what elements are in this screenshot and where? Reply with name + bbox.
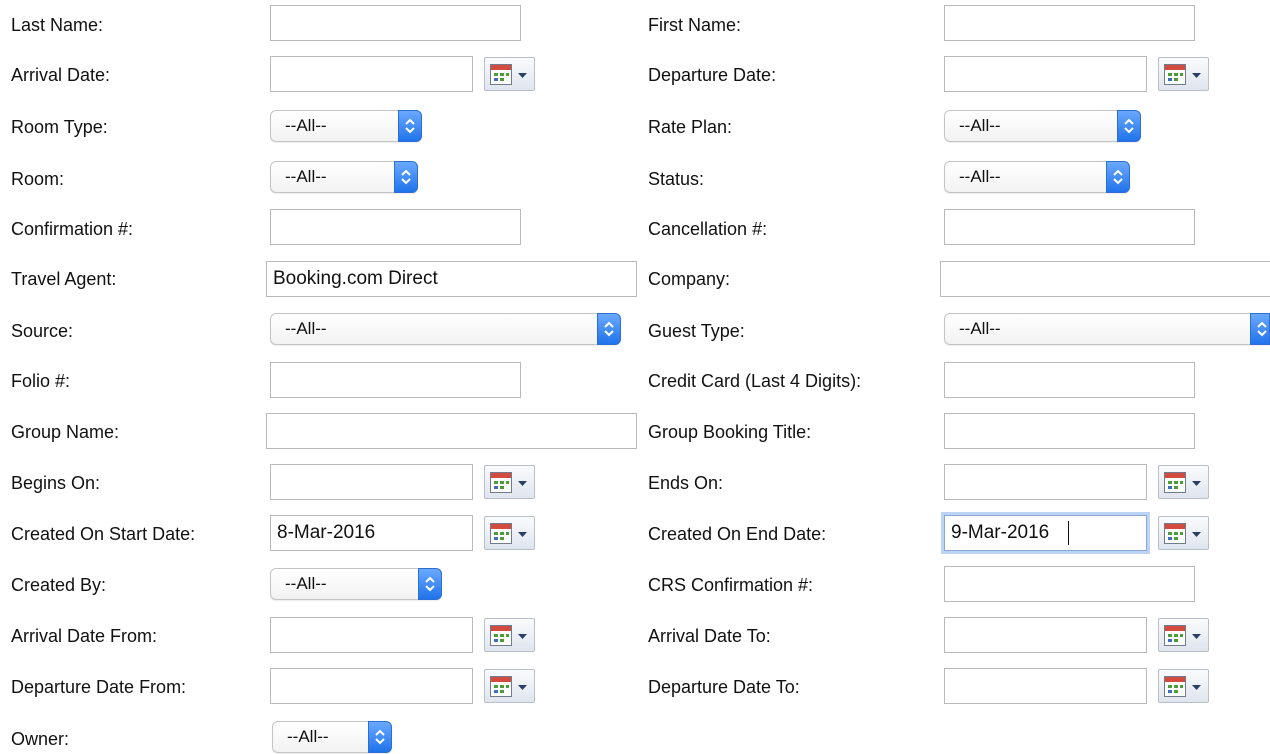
departure-date-calendar-button[interactable] [1158,57,1209,91]
arrival-to-input[interactable] [944,617,1147,653]
created-end-calendar-button[interactable] [1158,516,1209,550]
status-value: --All-- [959,167,1001,186]
begins-on-label: Begins On: [11,473,101,493]
status-label: Status: [648,169,705,189]
crs-confirmation-label: CRS Confirmation #: [648,575,814,595]
calendar-picker-icon [1164,523,1201,544]
departure-from-input[interactable] [270,668,473,704]
arrival-date-input[interactable] [270,56,473,92]
arrival-date-label: Arrival Date: [11,65,111,85]
ends-on-input[interactable] [944,464,1147,500]
created-start-label: Created On Start Date: [11,524,196,544]
created-by-select[interactable]: --All-- [270,568,442,600]
source-label: Source: [11,321,74,341]
ends-on-calendar-button[interactable] [1158,465,1209,499]
calendar-picker-icon [490,625,527,646]
group-name-label: Group Name: [11,422,120,442]
last-name-label: Last Name: [11,15,104,35]
room-label: Room: [11,169,65,189]
departure-from-calendar-button[interactable] [484,669,535,703]
departure-date-label: Departure Date: [648,65,777,85]
travel-agent-input[interactable] [266,261,637,297]
calendar-picker-icon [1164,64,1201,85]
arrival-from-calendar-button[interactable] [484,618,535,652]
calendar-picker-icon [490,472,527,493]
updown-chevron-icon [597,313,621,345]
rate-plan-value: --All-- [959,116,1001,135]
updown-chevron-icon [394,161,418,193]
updown-chevron-icon [398,110,422,142]
calendar-picker-icon [1164,472,1201,493]
calendar-picker-icon [1164,625,1201,646]
first-name-label: First Name: [648,15,742,35]
company-label: Company: [648,269,731,289]
calendar-picker-icon [490,64,527,85]
cancellation-input[interactable] [944,209,1195,245]
updown-chevron-icon [368,721,392,753]
departure-to-calendar-button[interactable] [1158,669,1209,703]
guest-type-select[interactable]: --All-- [944,313,1270,345]
guest-type-label: Guest Type: [648,321,745,341]
calendar-picker-icon [1164,676,1201,697]
created-by-label: Created By: [11,575,107,595]
created-start-calendar-button[interactable] [484,516,535,550]
room-select[interactable]: --All-- [270,161,418,193]
folio-label: Folio #: [11,371,71,391]
group-name-input[interactable] [266,413,637,449]
created-end-input[interactable] [944,515,1147,551]
arrival-to-calendar-button[interactable] [1158,618,1209,652]
begins-on-input[interactable] [270,464,473,500]
updown-chevron-icon [1250,313,1270,345]
rate-plan-select[interactable]: --All-- [944,110,1141,142]
owner-select[interactable]: --All-- [272,721,392,753]
departure-date-input[interactable] [944,56,1147,92]
company-input[interactable] [940,261,1270,297]
updown-chevron-icon [418,568,442,600]
departure-to-input[interactable] [944,668,1147,704]
text-caret [1068,521,1069,545]
credit-card-input[interactable] [944,362,1195,398]
credit-card-label: Credit Card (Last 4 Digits): [648,371,862,391]
group-booking-title-label: Group Booking Title: [648,422,812,442]
crs-confirmation-input[interactable] [944,566,1195,602]
begins-on-calendar-button[interactable] [484,465,535,499]
arrival-to-label: Arrival Date To: [648,626,771,646]
room-type-value: --All-- [285,116,327,135]
arrival-date-calendar-button[interactable] [484,57,535,91]
guest-type-value: --All-- [959,319,1001,338]
confirmation-input[interactable] [270,209,521,245]
cancellation-label: Cancellation #: [648,219,768,239]
travel-agent-label: Travel Agent: [11,269,117,289]
created-start-input[interactable] [270,515,473,551]
rate-plan-label: Rate Plan: [648,117,733,137]
updown-chevron-icon [1117,110,1141,142]
calendar-picker-icon [490,523,527,544]
first-name-input[interactable] [944,5,1195,41]
created-by-value: --All-- [285,574,327,593]
room-type-label: Room Type: [11,117,108,137]
room-type-select[interactable]: --All-- [270,110,422,142]
ends-on-label: Ends On: [648,473,724,493]
owner-label: Owner: [11,729,70,749]
departure-to-label: Departure Date To: [648,677,800,697]
status-select[interactable]: --All-- [944,161,1130,193]
group-booking-title-input[interactable] [944,413,1195,449]
calendar-picker-icon [490,676,527,697]
folio-input[interactable] [270,362,521,398]
source-select[interactable]: --All-- [270,313,621,345]
owner-value: --All-- [287,727,329,746]
updown-chevron-icon [1106,161,1130,193]
last-name-input[interactable] [270,5,521,41]
created-end-label: Created On End Date: [648,524,827,544]
source-value: --All-- [285,319,327,338]
arrival-from-label: Arrival Date From: [11,626,158,646]
confirmation-label: Confirmation #: [11,219,134,239]
departure-from-label: Departure Date From: [11,677,187,697]
room-value: --All-- [285,167,327,186]
arrival-from-input[interactable] [270,617,473,653]
